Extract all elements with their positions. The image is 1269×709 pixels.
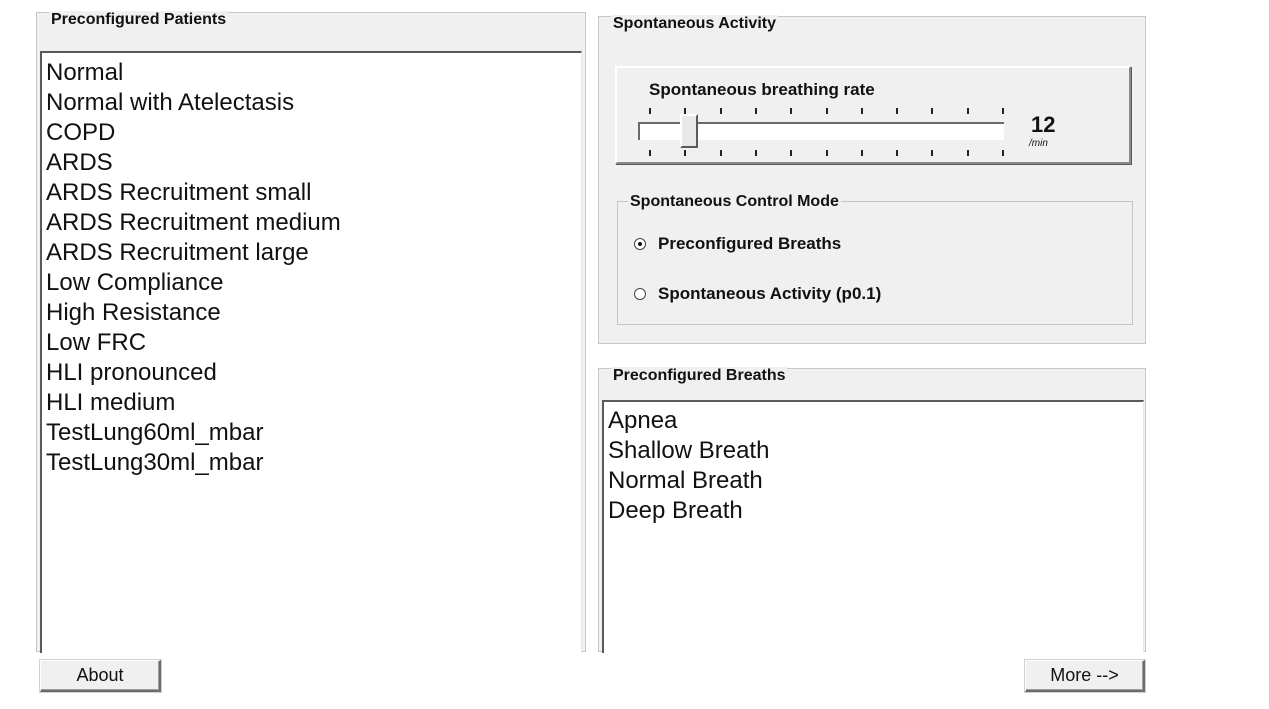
slider-tick (966, 108, 969, 114)
radio-preconfigured-breaths[interactable]: Preconfigured Breaths (634, 234, 841, 254)
breathing-rate-label: Spontaneous breathing rate (649, 80, 875, 99)
slider-tick (966, 150, 969, 156)
slider-tick (1002, 108, 1004, 114)
slider-tick (754, 150, 757, 156)
radio-spontaneous-activity[interactable]: Spontaneous Activity (p0.1) (634, 284, 881, 304)
list-item[interactable]: HLI pronounced (42, 358, 581, 388)
breaths-group: Preconfigured Breaths Apnea Shallow Breat… (598, 367, 1146, 653)
slider-tick (825, 108, 828, 114)
radio-button-icon[interactable] (634, 238, 646, 250)
list-item[interactable]: Normal (42, 58, 581, 88)
breaths-list: Apnea Shallow Breath Normal Breath Deep Bre… (604, 402, 1143, 526)
about-label: About (76, 665, 124, 685)
list-item[interactable]: Deep Breath (604, 496, 1143, 526)
list-item[interactable]: Normal Breath (604, 466, 1143, 496)
slider-tick (719, 108, 722, 114)
list-item[interactable]: Normal with Atelectasis (42, 88, 581, 118)
list-item[interactable]: TestLung30ml_mbar (42, 448, 581, 478)
slider-tick (649, 150, 651, 156)
breathing-rate-panel: Spontaneous breathing rate 12 /min (615, 66, 1131, 164)
radio-button-icon[interactable] (634, 288, 646, 300)
list-item[interactable]: Shallow Breath (604, 436, 1143, 466)
list-item[interactable]: TestLung60ml_mbar (42, 418, 581, 448)
list-item[interactable]: ARDS Recruitment small (42, 178, 581, 208)
slider-tick (790, 150, 793, 156)
control-mode-group: Spontaneous Control Mode Preconfigured B… (617, 193, 1133, 325)
control-mode-title: Spontaneous Control Mode (628, 193, 841, 211)
list-item[interactable]: ARDS (42, 148, 581, 178)
radio-label: Preconfigured Breaths (658, 234, 842, 253)
slider-tick (684, 150, 687, 156)
slider-tick (754, 108, 757, 114)
patients-list: Normal Normal with Atelectasis COPD ARDS ARD… (42, 53, 581, 478)
spontaneous-title: Spontaneous Activity (611, 15, 778, 33)
patients-group: Preconfigured Patients Normal Normal with… (36, 11, 586, 653)
breathing-rate-unit: /min (1029, 138, 1048, 149)
list-item[interactable]: HLI medium (42, 388, 581, 418)
about-button[interactable]: About (40, 660, 161, 692)
list-item[interactable]: ARDS Recruitment large (42, 238, 581, 268)
slider-tick (649, 108, 651, 114)
list-item[interactable]: Low Compliance (42, 268, 581, 298)
more-label: More --> (1050, 665, 1119, 685)
slider-tick (1002, 150, 1004, 156)
list-item[interactable]: ARDS Recruitment medium (42, 208, 581, 238)
slider-tick (896, 108, 899, 114)
slider-tick (860, 150, 863, 156)
radio-label: Spontaneous Activity (p0.1) (658, 284, 882, 303)
patients-listbox[interactable]: Normal Normal with Atelectasis COPD ARDS ARD… (40, 51, 582, 653)
patients-title: Preconfigured Patients (49, 11, 229, 29)
breathing-rate-value: 12 (1031, 112, 1056, 137)
slider-tick (790, 108, 793, 114)
slider-tick (860, 108, 863, 114)
slider-tick (896, 150, 899, 156)
list-item[interactable]: High Resistance (42, 298, 581, 328)
slider-tick (719, 150, 722, 156)
slider-tick (931, 150, 934, 156)
slider-tick (931, 108, 934, 114)
more-button[interactable]: More --> (1025, 660, 1145, 692)
list-item[interactable]: COPD (42, 118, 581, 148)
breathing-rate-slider-thumb[interactable] (679, 114, 698, 148)
breaths-title: Preconfigured Breaths (611, 367, 788, 385)
list-item[interactable]: Low FRC (42, 328, 581, 358)
list-item[interactable]: Apnea (604, 406, 1143, 436)
breaths-listbox[interactable]: Apnea Shallow Breath Normal Breath Deep Bre… (602, 400, 1144, 653)
slider-tick (825, 150, 828, 156)
